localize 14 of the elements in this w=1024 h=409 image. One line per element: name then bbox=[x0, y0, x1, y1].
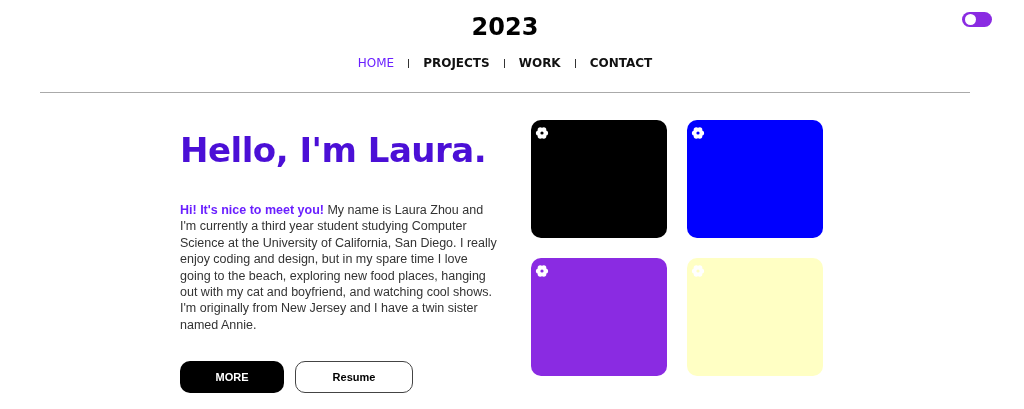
nav-link[interactable]: HOME bbox=[357, 56, 395, 70]
nav-link[interactable]: CONTACT bbox=[589, 56, 653, 70]
intro-paragraph: Hi! It's nice to meet you! My name is Laura Zhou and I'm currently a third year student studying Computer Science at the University of California, San Diego. I really enjoy coding and design, but in my spare time I love going to the beach, exploring new food places, hanging out with my cat and boyfriend, and watching cool shows. I'm originally from New Jersey and I have a twin sister named Annie. bbox=[180, 202, 498, 334]
nav-link[interactable]: PROJECTS bbox=[423, 56, 490, 70]
nav-link[interactable]: WORK bbox=[518, 56, 561, 70]
flower-icon bbox=[691, 126, 705, 140]
resume-button[interactable]: Resume bbox=[295, 361, 413, 394]
theme-toggle[interactable] bbox=[962, 12, 992, 27]
more-button[interactable]: MORE bbox=[180, 361, 284, 394]
flower-icon bbox=[691, 264, 705, 278]
flower-icon bbox=[535, 126, 549, 140]
hero-heading: Hello, I'm Laura. bbox=[180, 129, 488, 172]
site-title: 2023 bbox=[471, 12, 539, 42]
flower-icon bbox=[535, 264, 549, 278]
